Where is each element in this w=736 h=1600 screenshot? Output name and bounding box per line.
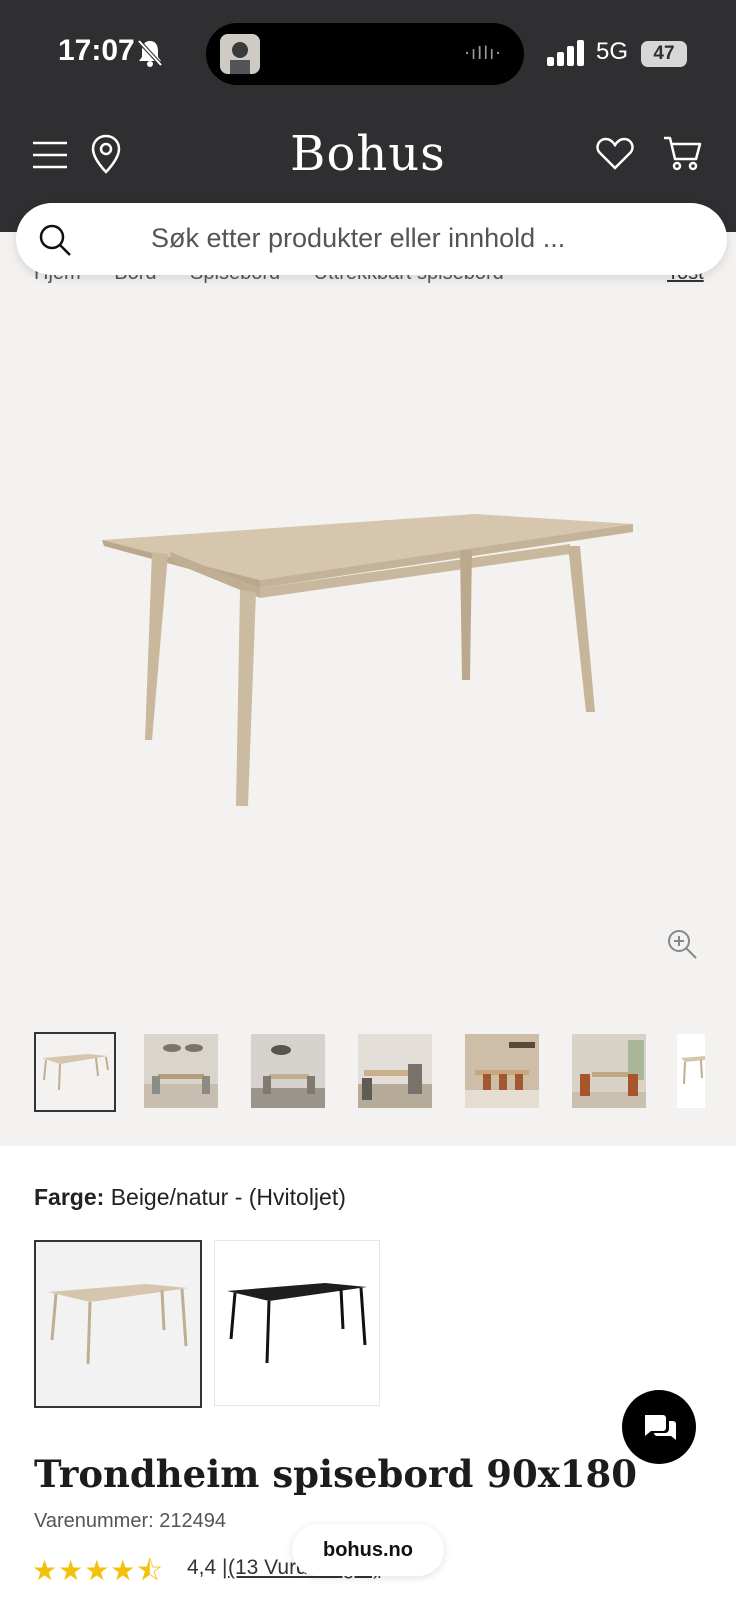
bell-muted-icon <box>136 38 164 72</box>
browser-url-pill[interactable]: bohus.no <box>292 1524 444 1576</box>
product-title: Trondheim spisebord 90x180 <box>34 1452 638 1496</box>
album-art-icon <box>220 34 260 74</box>
search-icon <box>38 223 72 261</box>
gallery-thumbnail[interactable] <box>251 1034 325 1108</box>
gallery-thumbnail[interactable] <box>34 1032 116 1112</box>
gallery-thumbnail[interactable] <box>677 1034 705 1108</box>
color-selection-label: Farge: Beige/natur - (Hvitoljet) <box>34 1184 346 1211</box>
signal-icon <box>547 40 585 70</box>
dynamic-island[interactable]: ·ıIlı· <box>206 23 524 85</box>
gallery-thumbnail[interactable] <box>144 1034 218 1108</box>
network-type: 5G <box>596 38 629 65</box>
search-input[interactable]: Søk etter produkter eller innhold ... <box>151 223 565 254</box>
color-value: Beige/natur - (Hvitoljet) <box>110 1184 346 1210</box>
search-bar[interactable]: Søk etter produkter eller innhold ... <box>16 203 727 275</box>
color-swatch-black[interactable] <box>214 1240 380 1406</box>
cart-icon[interactable] <box>662 134 702 176</box>
rating-stars-icon: ★★★★⯪ <box>32 1554 164 1587</box>
status-time: 17:07 <box>58 34 135 67</box>
audio-wave-icon: ·ıIlı· <box>464 43 502 64</box>
color-swatch-beige[interactable] <box>34 1240 202 1408</box>
gallery-thumbnail[interactable] <box>465 1034 539 1108</box>
product-sku: Varenummer: 212494 <box>34 1510 226 1532</box>
chat-button[interactable] <box>622 1390 696 1464</box>
chat-bubbles-icon <box>641 1411 677 1447</box>
gallery-thumbnail[interactable] <box>572 1034 646 1108</box>
color-label: Farge: <box>34 1184 105 1210</box>
battery-indicator: 47 <box>641 41 687 67</box>
heart-icon[interactable] <box>596 136 634 174</box>
rating-value: 4,4 | <box>187 1556 228 1579</box>
gallery-thumbnail[interactable] <box>358 1034 432 1108</box>
product-image[interactable] <box>90 500 640 824</box>
zoom-in-icon[interactable] <box>666 928 698 964</box>
